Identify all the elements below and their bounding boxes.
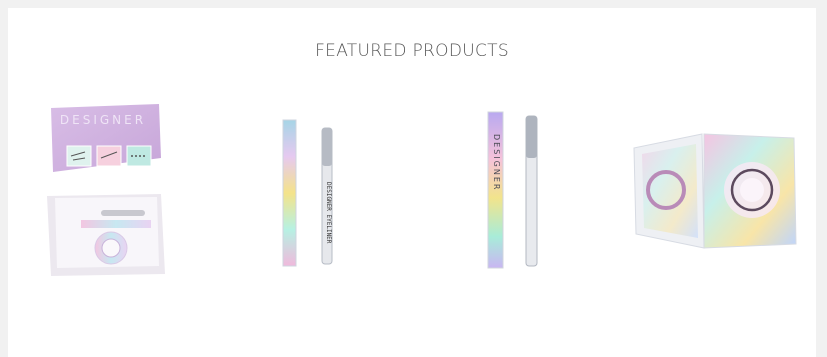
eyeliner-pen-text: DESIGNER EYELINER: [325, 182, 332, 244]
product-card-designer-pen[interactable]: DESIGNER: [424, 98, 609, 276]
eyeliner-image: DESIGNER EYELINER: [282, 119, 333, 267]
featured-products-section: FEATURED PRODUCTS DESIGNER DESIGNER EYEL…: [8, 8, 816, 357]
lash-kit-image: DESIGNER: [47, 104, 165, 276]
product-card-lash-kit[interactable]: DESIGNER: [41, 98, 191, 276]
designer-pen-image: DESIGNER: [487, 111, 538, 269]
lash-case-image: [633, 133, 797, 249]
product-card-lash-case[interactable]: [628, 98, 808, 276]
product-card-designer-eyeliner[interactable]: DESIGNER EYELINER: [218, 98, 403, 276]
pen-box-text: DESIGNER: [492, 134, 501, 191]
box-lid-text: DESIGNER: [60, 113, 146, 127]
section-title: FEATURED PRODUCTS: [315, 41, 509, 61]
